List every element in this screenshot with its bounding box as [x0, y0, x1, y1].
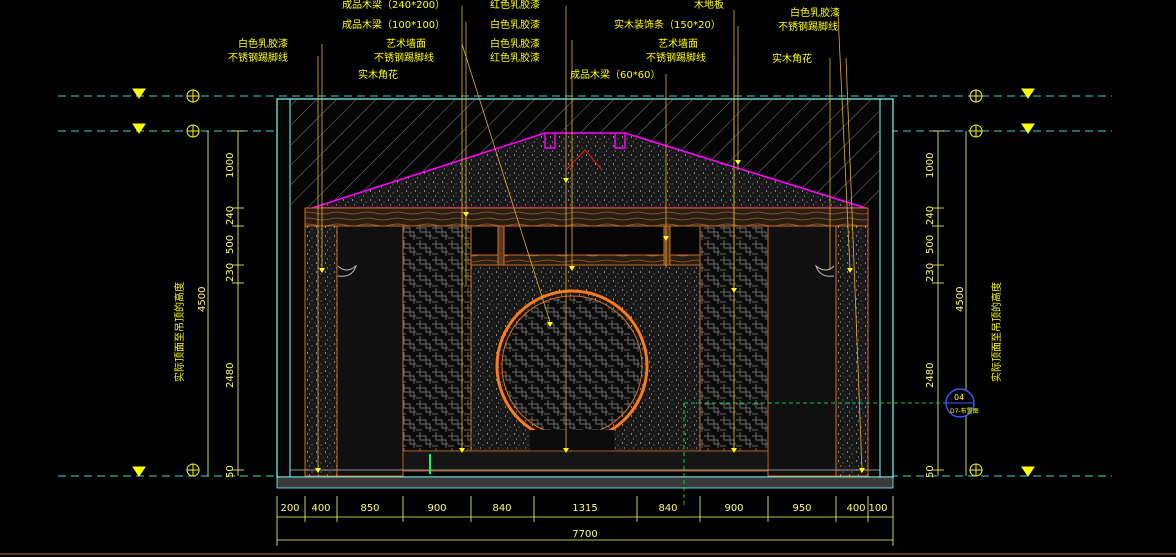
right-dark-panel — [767, 225, 837, 477]
label-beam-60x60: 成品木梁（60*60） — [570, 68, 660, 81]
label-red-latex-2: 红色乳胶漆 — [490, 51, 540, 64]
vertical-dims-left — [207, 130, 244, 476]
vdim-right-240: 240 — [925, 206, 936, 225]
annotations-left: 成品木梁（240*200） 成品木梁（100*100） 白色乳胶漆 不锈钢踢脚线… — [228, 0, 445, 81]
label-white-latex-left: 白色乳胶漆 — [238, 37, 288, 50]
label-steel-skirting-right-2: 不锈钢踢脚线 — [778, 20, 838, 33]
label-steel-skirting-left: 不锈钢踢脚线 — [228, 51, 288, 64]
hdim-900-right: 900 — [724, 503, 743, 514]
vdim-right-2480: 2480 — [925, 363, 936, 388]
vdim-right-note: 实际顶面至吊顶的高度 — [990, 282, 1003, 382]
hdim-400-right: 400 — [846, 503, 865, 514]
hdim-840-right: 840 — [658, 503, 677, 514]
horizontal-dim-labels: 200 400 850 900 840 1315 840 900 950 400… — [280, 503, 887, 540]
right-wall-panel — [835, 225, 869, 477]
hdim-400-left: 400 — [311, 503, 330, 514]
vdim-left-note: 实际顶面至吊顶的高度 — [173, 282, 186, 382]
level-markers-left — [132, 88, 200, 477]
label-corner-flower-left: 实木角花 — [358, 68, 398, 81]
annotations-right: 木地板 实木装饰条（150*20） 艺术墙面 不锈钢踢脚线 白色乳胶漆 不锈钢踢… — [614, 0, 840, 65]
section-marker-sheet: D7-布置图 — [950, 407, 979, 415]
label-white-latex-1: 白色乳胶漆 — [490, 18, 540, 31]
hdim-100: 100 — [868, 503, 887, 514]
vdim-left-500: 500 — [225, 235, 236, 254]
vdim-right-230: 230 — [925, 263, 936, 282]
hdim-840-left: 840 — [492, 503, 511, 514]
vdim-left-230: 230 — [225, 263, 236, 282]
label-art-wall-left: 艺术墙面 — [386, 37, 426, 50]
hdim-850: 850 — [360, 503, 379, 514]
vdim-right-50: 50 — [925, 465, 936, 478]
annotations-center: 红色乳胶漆 白色乳胶漆 白色乳胶漆 红色乳胶漆 成品木梁（60*60） — [490, 0, 660, 81]
cad-elevation-drawing: 成品木梁（240*200） 成品木梁（100*100） 白色乳胶漆 不锈钢踢脚线… — [0, 0, 1176, 555]
vdim-right-total: 4500 — [955, 287, 966, 312]
vdim-left-240: 240 — [225, 206, 236, 225]
vertical-dim-labels-right: 1000 240 500 230 2480 50 4500 实际顶面至吊顶的高度 — [925, 153, 1003, 478]
label-wood-floor: 木地板 — [694, 0, 724, 11]
vdim-left-50: 50 — [225, 465, 236, 478]
label-red-latex-1: 红色乳胶漆 — [490, 0, 540, 11]
hdim-total: 7700 — [572, 529, 597, 540]
vdim-left-2480: 2480 — [225, 363, 236, 388]
vdim-right-1000: 1000 — [925, 153, 936, 178]
label-beam-100x100: 成品木梁（100*100） — [342, 18, 445, 31]
label-white-latex-right: 白色乳胶漆 — [790, 6, 840, 19]
label-steel-skirting-left-2: 不锈钢踢脚线 — [374, 51, 434, 64]
label-steel-skirting-right: 不锈钢踢脚线 — [646, 51, 706, 64]
vdim-left-1000: 1000 — [225, 153, 236, 178]
label-white-latex-2: 白色乳胶漆 — [490, 37, 540, 50]
left-lattice-screen — [402, 225, 472, 452]
label-wood-trim: 实木装饰条（150*20） — [614, 18, 721, 31]
hdim-1315: 1315 — [572, 503, 597, 514]
vdim-right-500: 500 — [925, 235, 936, 254]
hdim-950: 950 — [792, 503, 811, 514]
vdim-left-total: 4500 — [197, 287, 208, 312]
hdim-200: 200 — [280, 503, 299, 514]
label-art-wall-right: 艺术墙面 — [658, 37, 698, 50]
vertical-dim-labels-left: 1000 240 500 230 2480 50 4500 实际顶面至吊顶的高度 — [173, 153, 236, 478]
left-dark-panel — [336, 225, 404, 477]
label-beam-240x200: 成品木梁（240*200） — [342, 0, 445, 11]
label-corner-flower-right: 实木角花 — [772, 52, 812, 65]
hdim-900-left: 900 — [427, 503, 446, 514]
left-wall-panel — [304, 225, 338, 477]
section-marker-number: 04 — [954, 393, 964, 402]
